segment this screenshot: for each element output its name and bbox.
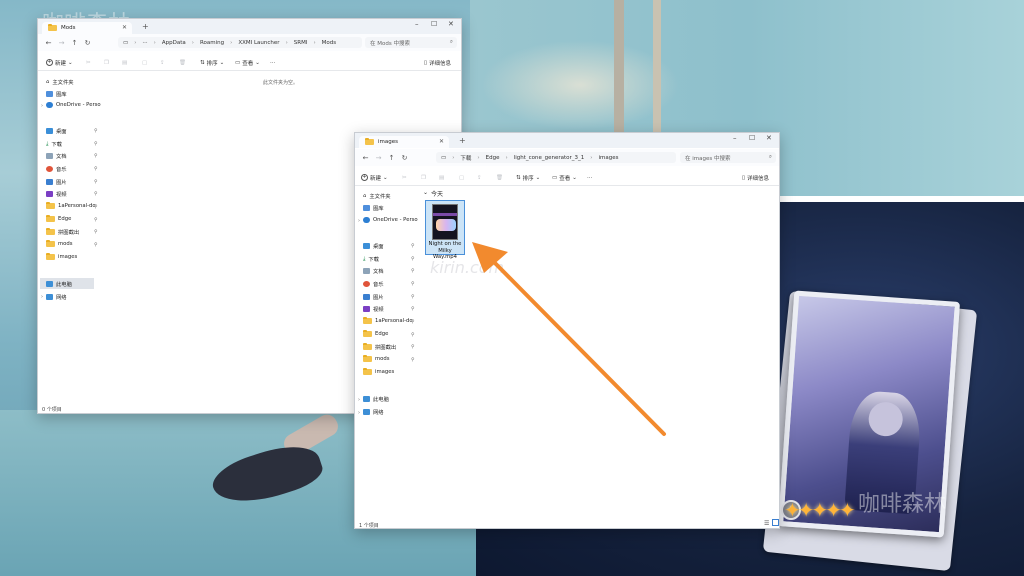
annotation-arrow bbox=[472, 242, 666, 436]
arrow-shaft bbox=[488, 256, 666, 436]
